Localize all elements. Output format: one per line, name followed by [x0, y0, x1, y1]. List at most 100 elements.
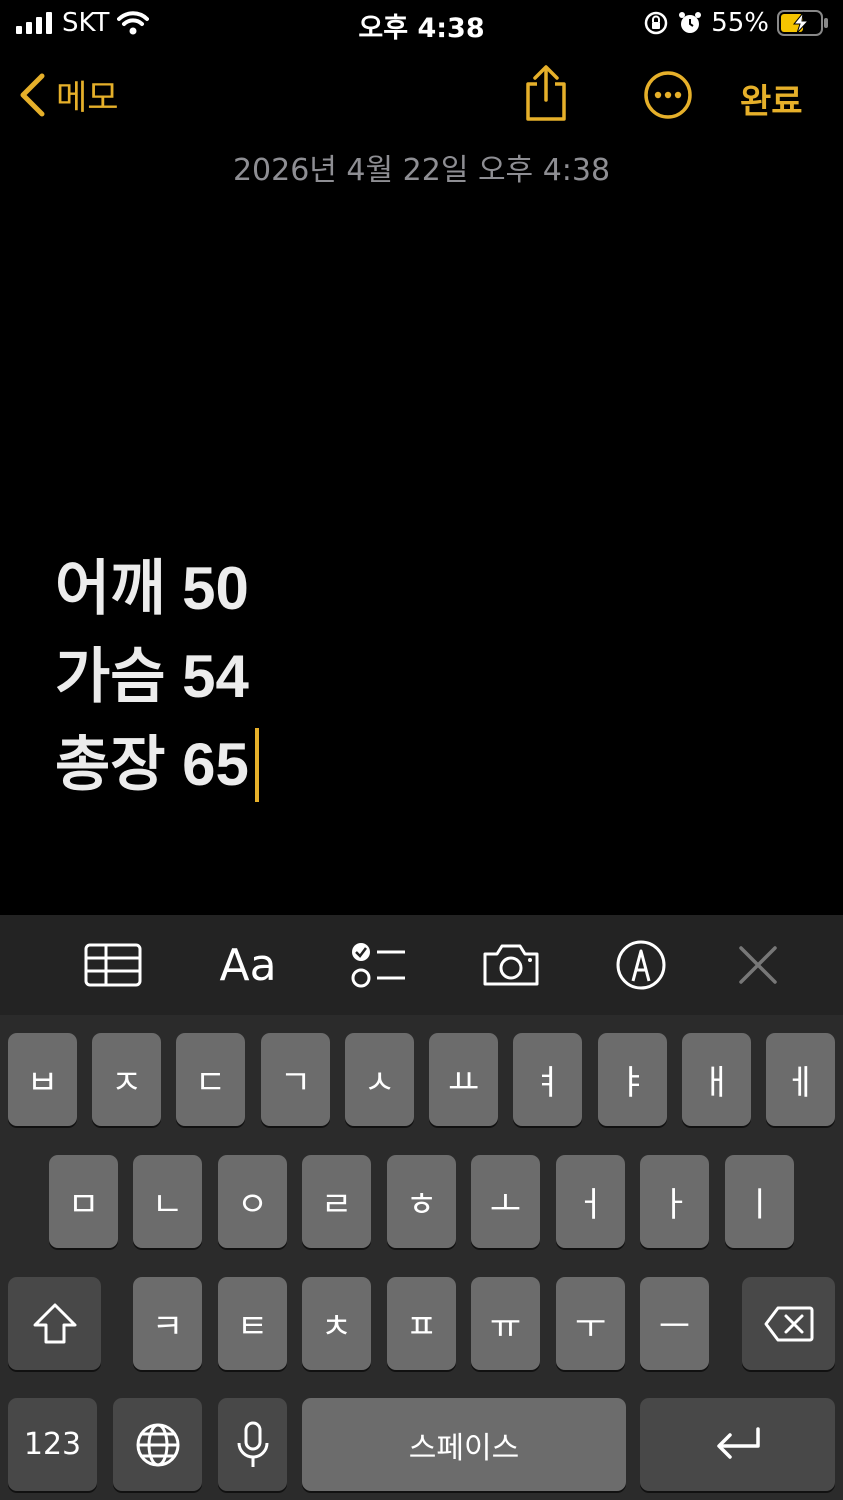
key-label: ㅂ [26, 1063, 59, 1103]
chevron-left-icon [20, 73, 45, 116]
format-text-button[interactable]: Aa [210, 915, 286, 1015]
shift-icon [33, 1303, 76, 1343]
alarm-icon [679, 12, 702, 33]
checklist-button[interactable] [346, 915, 410, 1015]
key-label: ㅏ [658, 1185, 691, 1225]
key[interactable]: ㅓ [556, 1155, 625, 1248]
key-label: ㅁ [67, 1185, 100, 1225]
nav-bar: 메모 완료 [0, 60, 843, 130]
key-label: ㅇ [236, 1185, 269, 1225]
key[interactable]: ㅠ [471, 1277, 540, 1370]
numbers-key[interactable]: 123 [8, 1398, 97, 1491]
delete-key[interactable] [742, 1277, 835, 1370]
key[interactable]: ㅂ [8, 1033, 77, 1126]
key[interactable]: ㅜ [556, 1277, 625, 1370]
return-icon [716, 1426, 760, 1459]
key-label: ㅕ [531, 1063, 564, 1103]
key-label: ㄹ [320, 1185, 353, 1225]
markup-pen-icon [616, 940, 666, 990]
format-toolbar: Aa [0, 915, 843, 1015]
key-label: ㅗ [489, 1185, 522, 1225]
key-label: 123 [23, 1427, 82, 1462]
key[interactable]: ㅛ [429, 1033, 498, 1126]
key[interactable]: ㅈ [92, 1033, 161, 1126]
camera-icon [483, 944, 539, 986]
key-label: ㅣ [743, 1185, 776, 1225]
key-label: ㅐ [700, 1063, 733, 1103]
key-label: ㅋ [151, 1307, 184, 1347]
note-editor[interactable]: 어깨 50 가슴 54 총장 65 [55, 545, 259, 809]
key-label: ㄷ [194, 1063, 227, 1103]
more-button[interactable] [643, 70, 693, 124]
key[interactable]: ㅌ [218, 1277, 287, 1370]
key[interactable]: ㅎ [387, 1155, 456, 1248]
space-key[interactable]: 스페이스 [302, 1398, 626, 1491]
key[interactable]: ㅑ [598, 1033, 667, 1126]
close-icon [739, 946, 777, 984]
share-button[interactable] [522, 64, 570, 126]
back-label: 메모 [56, 78, 119, 118]
key-label: 스페이스 [408, 1430, 520, 1466]
key-label: ㅍ [405, 1307, 438, 1347]
return-key[interactable] [640, 1398, 835, 1491]
key-label: ㅠ [489, 1307, 522, 1347]
table-button[interactable] [78, 915, 148, 1015]
orientation-lock-icon [644, 11, 668, 35]
key[interactable]: ㅁ [49, 1155, 118, 1248]
globe-key[interactable] [113, 1398, 202, 1491]
key[interactable]: ㅐ [682, 1033, 751, 1126]
key-label: ㅓ [574, 1185, 607, 1225]
key-label: ㅎ [405, 1185, 438, 1225]
key[interactable]: ㄷ [176, 1033, 245, 1126]
done-button[interactable]: 완료 [740, 74, 803, 123]
note-line: 어깨 50 [55, 545, 259, 633]
key-label: ㄴ [151, 1185, 184, 1225]
back-button[interactable]: 메모 [18, 70, 119, 119]
shift-key[interactable] [8, 1277, 101, 1370]
note-line-text: 어깨 50 [55, 555, 249, 622]
status-right: 55% [643, 8, 829, 38]
key[interactable]: ㅡ [640, 1277, 709, 1370]
key-label: ㅡ [658, 1307, 691, 1347]
key[interactable]: ㅔ [766, 1033, 835, 1126]
key-label: ㅜ [574, 1307, 607, 1347]
markup-button[interactable] [612, 915, 670, 1015]
key-label: ㅈ [110, 1063, 143, 1103]
battery-percent: 55% [711, 8, 769, 38]
note-line-text: 가슴 54 [55, 643, 249, 710]
share-icon [526, 65, 566, 121]
key[interactable]: ㄹ [302, 1155, 371, 1248]
checklist-icon [351, 943, 405, 988]
key-label: ㅊ [320, 1307, 353, 1347]
key[interactable]: ㅋ [133, 1277, 202, 1370]
text-cursor [254, 728, 259, 802]
key[interactable]: ㅊ [302, 1277, 371, 1370]
note-line: 가슴 54 [55, 633, 259, 721]
key[interactable]: ㅇ [218, 1155, 287, 1248]
camera-button[interactable] [478, 915, 544, 1015]
key-label: ㅅ [363, 1063, 396, 1103]
key-label: ㅛ [447, 1063, 480, 1103]
key[interactable]: ㅍ [387, 1277, 456, 1370]
backspace-icon [764, 1306, 813, 1341]
key[interactable]: ㅅ [345, 1033, 414, 1126]
key[interactable]: ㅕ [513, 1033, 582, 1126]
note-line-text: 총장 65 [55, 731, 249, 798]
key[interactable]: ㅏ [640, 1155, 709, 1248]
microphone-icon [237, 1421, 268, 1467]
key-label: ㄱ [279, 1063, 312, 1103]
key-label: ㅌ [236, 1307, 269, 1347]
key-label: ㅔ [784, 1063, 817, 1103]
keyboard: ㅂ ㅈ ㄷ ㄱ ㅅ ㅛ ㅕ ㅑ ㅐ ㅔ ㅁ ㄴ ㅇ ㄹ ㅎ ㅗ ㅓ ㅏ ㅣ ㅋ … [0, 1015, 843, 1500]
key-label: ㅑ [616, 1063, 649, 1103]
table-icon [84, 943, 142, 987]
close-toolbar-button[interactable] [734, 915, 782, 1015]
battery-charging-icon [777, 10, 828, 36]
more-ellipsis-icon [644, 71, 692, 119]
note-date: 2026년 4월 22일 오후 4:38 [232, 153, 611, 188]
key[interactable]: ㄴ [133, 1155, 202, 1248]
dictation-key[interactable] [218, 1398, 287, 1491]
key[interactable]: ㅗ [471, 1155, 540, 1248]
key[interactable]: ㅣ [725, 1155, 794, 1248]
key[interactable]: ㄱ [261, 1033, 330, 1126]
